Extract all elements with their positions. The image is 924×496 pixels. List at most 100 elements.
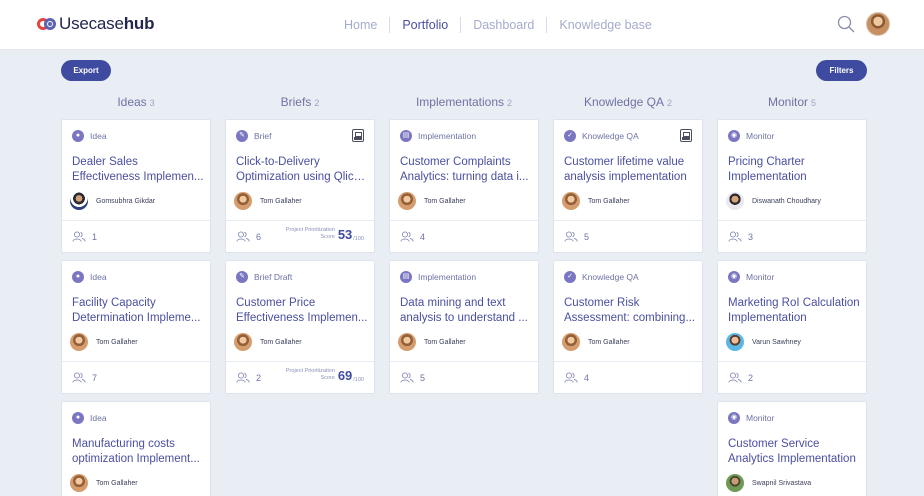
card-owner: Tom Gallaher (70, 333, 138, 351)
nav-portfolio[interactable]: Portfolio (389, 17, 460, 33)
card-footer: 6 Project Prioritization Score 53/100 (226, 220, 374, 254)
main-nav: Home Portfolio Dashboard Knowledge base (344, 17, 664, 33)
chart-icon: ▤ (400, 271, 412, 283)
filters-button[interactable]: Filters (816, 60, 867, 81)
card-owner: Tom Gallaher (234, 333, 302, 351)
document-icon[interactable] (352, 129, 364, 142)
pencil-icon: ✎ (236, 130, 248, 142)
usecase-card[interactable]: ● Idea Manufacturing costs optimization Im… (61, 401, 211, 496)
card-title[interactable]: Click-to-Delivery Optimization using Qlic… (236, 155, 368, 185)
column-count: 3 (149, 98, 155, 108)
members-count: 7 (72, 372, 97, 383)
column-count: 2 (507, 98, 513, 108)
card-type: ✓ Knowledge QA (564, 130, 639, 142)
eye-icon: ◉ (728, 412, 740, 424)
usecase-card[interactable]: ✓ Knowledge QA Customer lifetime value ana… (553, 119, 703, 253)
card-owner: Tom Gallaher (398, 192, 466, 210)
owner-avatar (70, 333, 88, 351)
logo-mark-icon (37, 17, 57, 31)
brand-name: Usecasehub (59, 14, 155, 33)
chart-icon: ▤ (400, 130, 412, 142)
users-icon (72, 372, 86, 383)
members-count: 3 (728, 231, 753, 242)
card-type: ◉ Monitor (728, 412, 774, 424)
usecase-card[interactable]: ▤ Implementation Data mining and text anal… (389, 260, 539, 394)
card-title[interactable]: Dealer Sales Effectiveness Implemen... (72, 155, 204, 185)
card-owner: Tom Gallaher (234, 192, 302, 210)
lightbulb-icon: ● (72, 271, 84, 283)
usecase-card[interactable]: ◉ Monitor Marketing RoI Calculation Implem… (717, 260, 867, 394)
owner-avatar (70, 474, 88, 492)
card-footer: 5 (554, 220, 702, 254)
search-icon[interactable] (836, 14, 856, 34)
user-avatar[interactable] (866, 12, 890, 36)
card-type: ✎ Brief (236, 130, 271, 142)
prioritization-score: Project Prioritization Score 69/100 (285, 368, 364, 383)
card-type: ● Idea (72, 412, 107, 424)
card-owner: Tom Gallaher (562, 333, 630, 351)
owner-avatar (726, 192, 744, 210)
usecase-card[interactable]: ● Idea Dealer Sales Effectiveness Implemen… (61, 119, 211, 253)
column-header-ideas: Ideas 3 (61, 95, 211, 109)
usecase-card[interactable]: ◉ Monitor Pricing Charter Implementation D… (717, 119, 867, 253)
card-title[interactable]: Customer Price Effectiveness Implemen... (236, 296, 368, 326)
card-type: ● Idea (72, 271, 107, 283)
members-count: 6 (236, 231, 261, 242)
column-header-implementations: Implementations 2 (389, 95, 539, 109)
card-type: ✎ Brief Draft (236, 271, 292, 283)
owner-avatar (726, 474, 744, 492)
usecase-card[interactable]: ◉ Monitor Customer Service Analytics Imple… (717, 401, 867, 496)
column-count: 2 (314, 98, 320, 108)
card-title[interactable]: Customer Service Analytics Implementation (728, 437, 860, 467)
members-count: 5 (564, 231, 589, 242)
nav-knowledge-base[interactable]: Knowledge base (546, 17, 663, 33)
owner-avatar (234, 192, 252, 210)
owner-avatar (562, 333, 580, 351)
card-owner: Tom Gallaher (70, 474, 138, 492)
nav-home[interactable]: Home (344, 17, 389, 33)
check-circle-icon: ✓ (564, 271, 576, 283)
card-title[interactable]: Data mining and text analysis to understa… (400, 296, 532, 326)
owner-avatar (398, 192, 416, 210)
column-header-briefs: Briefs 2 (225, 95, 375, 109)
card-title[interactable]: Customer Complaints Analytics: turning da… (400, 155, 532, 185)
pencil-icon: ✎ (236, 271, 248, 283)
owner-avatar (70, 192, 88, 210)
users-icon (564, 372, 578, 383)
card-title[interactable]: Customer lifetime value analysis implemen… (564, 155, 696, 185)
export-button[interactable]: Export (61, 60, 111, 81)
owner-avatar (562, 192, 580, 210)
prioritization-score: Project Prioritization Score 53/100 (285, 227, 364, 242)
card-title[interactable]: Marketing RoI Calculation Implementation (728, 296, 860, 326)
column-title: Briefs (280, 95, 312, 109)
card-footer: 1 (62, 220, 210, 254)
owner-avatar (726, 333, 744, 351)
card-title[interactable]: Manufacturing costs optimization Implemen… (72, 437, 204, 467)
usecase-card[interactable]: ✎ Brief Draft Customer Price Effectiveness… (225, 260, 375, 394)
users-icon (400, 372, 414, 383)
members-count: 5 (400, 372, 425, 383)
card-title[interactable]: Facility Capacity Determination Impleme..… (72, 296, 204, 326)
app-logo[interactable]: Usecasehub (37, 14, 155, 34)
card-title[interactable]: Customer Risk Assessment: combining... (564, 296, 696, 326)
users-icon (236, 231, 250, 242)
column-count: 2 (667, 98, 673, 108)
card-footer: 5 (390, 361, 538, 395)
usecase-card[interactable]: ● Idea Facility Capacity Determination Imp… (61, 260, 211, 394)
users-icon (728, 231, 742, 242)
usecase-card[interactable]: ✓ Knowledge QA Customer Risk Assessment: c… (553, 260, 703, 394)
card-type: ◉ Monitor (728, 130, 774, 142)
usecase-card[interactable]: ✎ Brief Click-to-Delivery Optimization usi… (225, 119, 375, 253)
card-footer: 7 (62, 361, 210, 395)
usecase-card[interactable]: ▤ Implementation Customer Complaints Analy… (389, 119, 539, 253)
card-type: ▤ Implementation (400, 130, 476, 142)
card-type: ● Idea (72, 130, 107, 142)
top-navbar: Usecasehub Home Portfolio Dashboard Know… (0, 0, 924, 50)
card-owner: Tom Gallaher (562, 192, 630, 210)
card-title[interactable]: Pricing Charter Implementation (728, 155, 860, 185)
nav-dashboard[interactable]: Dashboard (460, 17, 546, 33)
document-icon[interactable] (680, 129, 692, 142)
card-owner: Varun Sawhney (726, 333, 801, 351)
card-type: ◉ Monitor (728, 271, 774, 283)
users-icon (728, 372, 742, 383)
